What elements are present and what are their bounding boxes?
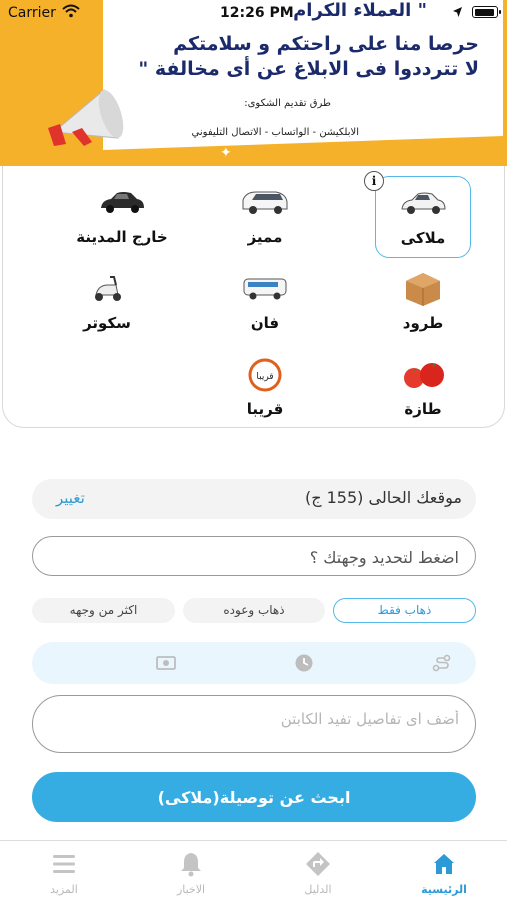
service-label: طرود (402, 314, 444, 332)
service-label: مميز (247, 228, 283, 246)
service-label: طازة (404, 400, 442, 418)
tab-label: المزيد (50, 883, 78, 896)
coming-soon-icon: قريبا (248, 358, 282, 392)
service-label: ملاكى (400, 229, 446, 247)
black-car-icon (101, 192, 144, 213)
service-momayaz[interactable]: مميز (217, 176, 313, 258)
bell-icon (181, 853, 201, 877)
bottom-tab-bar: الرئيسية الدليل الاخبار المزيد (0, 840, 507, 900)
destination-input[interactable] (49, 543, 459, 571)
home-icon (434, 854, 454, 874)
search-ride-button[interactable]: ابحث عن توصيلة(ملاكى) (32, 772, 476, 822)
services-panel: i ملاكى مميز خارج المدينة طرود فان سكوتر… (2, 166, 505, 428)
trip-type-round-trip[interactable]: ذهاب وعوده (183, 598, 325, 623)
van-icon (243, 278, 287, 300)
cash-icon[interactable] (156, 653, 176, 673)
trip-type-one-way[interactable]: ذهاب فقط (333, 598, 476, 623)
notes-field[interactable] (32, 695, 476, 753)
minivan-icon (242, 191, 288, 214)
route-icon[interactable] (432, 653, 452, 673)
banner-methods: الابلكيشن - الواتساب - الاتصال التليفوني (191, 127, 359, 138)
destination-field[interactable] (32, 536, 476, 576)
scooter-icon (95, 276, 121, 301)
service-qareeban[interactable]: قريبا قريبا (217, 348, 313, 430)
wifi-icon (62, 4, 80, 18)
trip-type-multi-destination[interactable]: اكثر من وجهه (32, 598, 175, 623)
carrier-label: Carrier (8, 5, 56, 21)
service-label: خارج المدينة (76, 228, 168, 246)
current-location-value: موقعك الحالى (155 ج) (304, 488, 462, 507)
service-scooter[interactable]: سكوتر (59, 262, 155, 344)
clock: 12:26 PM (220, 5, 294, 21)
banner-line-2: حرصا منا على راحتكم و سلامتكم (173, 33, 479, 55)
service-van[interactable]: فان (217, 262, 313, 344)
current-location-field: موقعك الحالى (155 ج) تغيير (32, 479, 476, 519)
service-kharej-elmadina[interactable]: خارج المدينة (59, 176, 185, 258)
battery-icon (472, 6, 501, 18)
menu-icon (53, 855, 75, 873)
parcel-box-icon (406, 273, 440, 306)
location-arrow-icon (453, 7, 462, 17)
tab-guide[interactable]: الدليل (268, 841, 368, 900)
sparkle-icon: ✦ (414, 116, 426, 132)
status-bar: Carrier 12:26 PM (0, 0, 507, 26)
trip-extras-bar (32, 642, 476, 684)
tab-news[interactable]: الاخبار (141, 841, 241, 900)
tab-home[interactable]: الرئيسية (394, 841, 494, 900)
white-car-icon (401, 192, 446, 214)
tab-label: الدليل (304, 883, 332, 896)
change-location-link[interactable]: تغيير (56, 489, 85, 507)
sparkle-icon: ✦ (220, 145, 232, 161)
tab-label: الاخبار (176, 883, 206, 896)
megaphone-icon (48, 89, 124, 146)
clock-icon[interactable] (294, 653, 314, 673)
banner-methods-label: طرق تقديم الشكوى: (244, 98, 331, 109)
tomatoes-icon (404, 363, 444, 388)
coming-soon-badge: قريبا (256, 372, 273, 382)
service-torood[interactable]: طرود (375, 262, 471, 344)
tab-more[interactable]: المزيد (14, 841, 114, 900)
service-label: فان (250, 314, 280, 332)
service-label: قريبا (246, 400, 284, 418)
notes-input[interactable] (49, 710, 459, 738)
service-taza[interactable]: طازة (375, 348, 471, 430)
service-label: سكوتر (83, 314, 131, 332)
directions-icon (306, 852, 330, 876)
service-malaky[interactable]: i ملاكى (364, 171, 471, 258)
tab-label: الرئيسية (421, 883, 467, 896)
banner-line-3: لا تترددوا فى الابلاغ عن أى مخالفة " (138, 58, 479, 80)
